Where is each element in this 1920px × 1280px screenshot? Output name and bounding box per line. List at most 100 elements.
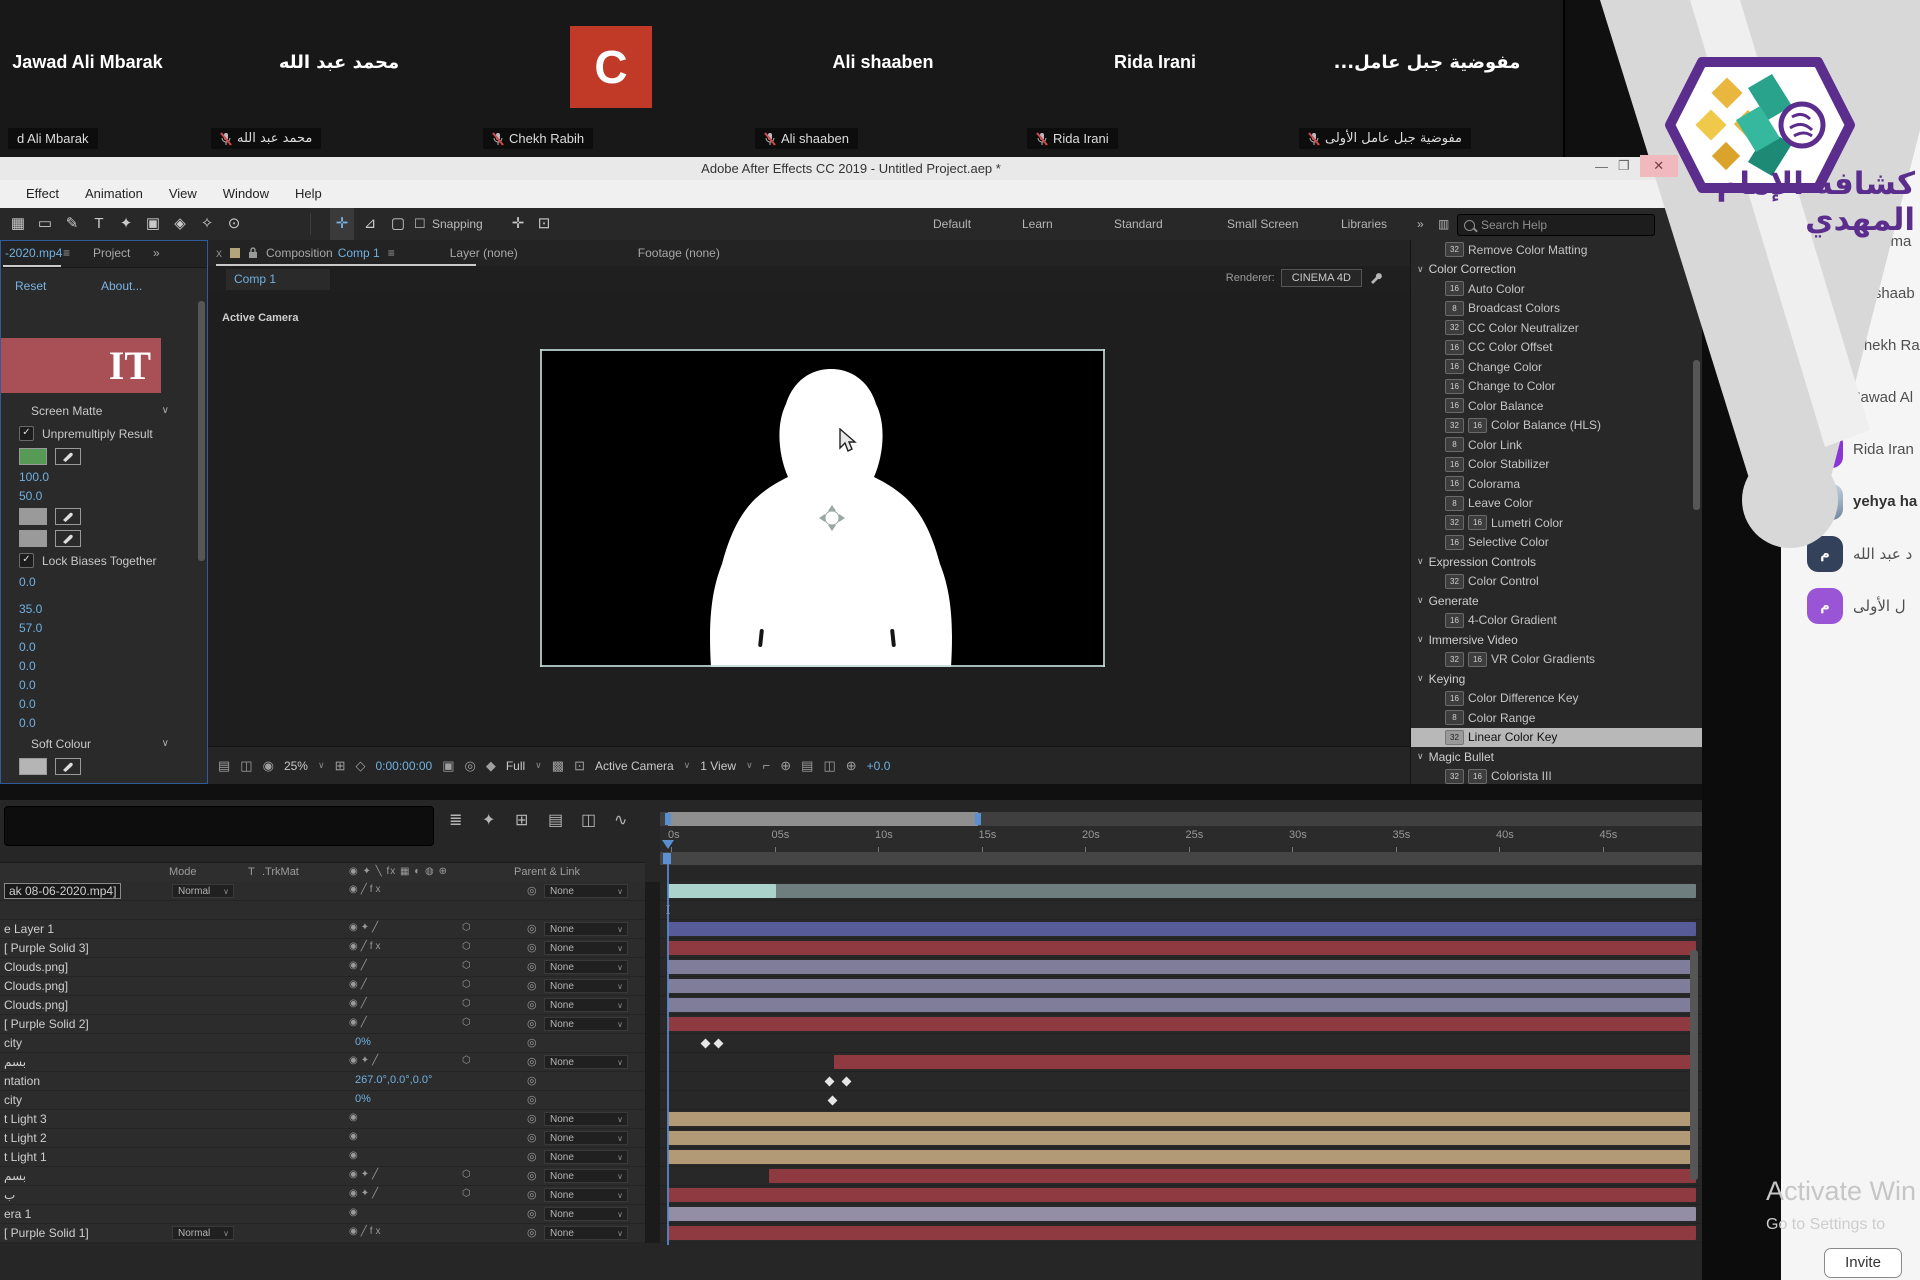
layer-duration-bar[interactable]	[668, 884, 1696, 898]
layer-switches[interactable]: ◉╱	[349, 998, 370, 1009]
effects-item[interactable]: 32Linear Color Key	[1411, 728, 1702, 748]
snap-option-icon[interactable]: ✛	[506, 208, 530, 240]
layer-bar-cell[interactable]	[660, 882, 1702, 901]
parent-dropdown[interactable]: None∨	[544, 1150, 628, 1164]
ec-value[interactable]: 0.0	[19, 659, 36, 673]
tab-composition-label[interactable]: Composition	[266, 246, 333, 260]
layer-duration-bar[interactable]	[668, 1207, 1696, 1221]
viewer-icon[interactable]: ⊕	[846, 758, 857, 774]
color-swatch[interactable]	[19, 530, 47, 547]
layer-duration-bar[interactable]	[668, 1150, 1696, 1164]
ec-check-row[interactable]: ✓Unpremultiply Result	[1, 422, 199, 445]
pickwhip-icon[interactable]: ◎	[527, 960, 537, 973]
col-t[interactable]: T	[248, 866, 255, 878]
chevron-down-icon[interactable]: ∨	[1417, 634, 1424, 645]
layer-switches[interactable]: ◉✦╱	[349, 1055, 381, 1066]
layer-name-cell[interactable]: ب◉✦╱⬡◎None∨	[0, 1186, 645, 1205]
pickwhip-icon[interactable]: ◎	[527, 979, 537, 992]
close-button[interactable]: ✕	[1640, 155, 1678, 177]
chevron-down-icon[interactable]: ∨	[1417, 595, 1424, 606]
layer-name-cell[interactable]: Clouds.png]◉╱⬡◎None∨	[0, 996, 645, 1015]
ec-dropdown-label[interactable]: Screen Matte	[31, 404, 102, 418]
timeline-row[interactable]: Clouds.png]◉╱⬡◎None∨	[0, 958, 1702, 977]
effects-item[interactable]: 3216Lumetri Color	[1411, 513, 1702, 533]
ec-dropdown-row[interactable]: Screen Matte∨	[1, 399, 199, 422]
effects-item[interactable]: 16Change Color	[1411, 357, 1702, 377]
menu-animation[interactable]: Animation	[85, 180, 143, 208]
ec-swatch-row[interactable]	[1, 505, 199, 527]
layer-bar-cell[interactable]	[660, 1224, 1702, 1243]
viewer-icon[interactable]: ▣	[442, 758, 454, 774]
collapse-switch-icon[interactable]: ⬡	[462, 1169, 471, 1180]
layer-switches[interactable]: ◉	[349, 1207, 361, 1218]
collapse-switch-icon[interactable]: ⬡	[462, 922, 471, 933]
pickwhip-icon[interactable]: ◎	[527, 1207, 537, 1220]
effects-item[interactable]: 8Broadcast Colors	[1411, 299, 1702, 319]
layer-bar-cell[interactable]	[660, 1167, 1702, 1186]
chat-menu-item[interactable]: Find a part	[1852, 64, 1919, 80]
participant-tile[interactable]: Rida IraniRida Irani	[1019, 0, 1293, 157]
timeline-workbar[interactable]	[660, 852, 1702, 865]
layer-switches[interactable]: ◉╱fx	[349, 1226, 384, 1237]
participant-tile[interactable]: Jawad Ali Mbarakd Ali Mbarak	[0, 0, 205, 157]
work-area-start-handle[interactable]	[665, 813, 671, 825]
layer-name-cell[interactable]: بسم◉✦╱⬡◎None∨	[0, 1167, 645, 1186]
pickwhip-icon[interactable]: ◎	[527, 1188, 537, 1201]
viewer-timecode[interactable]: 0:00:00:00	[375, 759, 432, 773]
keyframe-diamond[interactable]	[701, 1039, 711, 1049]
effects-group[interactable]: ∨Expression Controls	[1411, 552, 1702, 572]
layer-name[interactable]: ak 08-06-2020.mp4]	[4, 883, 121, 899]
layer-name[interactable]: t Light 3	[4, 1112, 47, 1126]
effects-item[interactable]: 16CC Color Offset	[1411, 338, 1702, 358]
collapse-switch-icon[interactable]: ⬡	[462, 1188, 471, 1199]
layer-name-cell[interactable]: [ Purple Solid 2]◉╱⬡◎None∨	[0, 1015, 645, 1034]
parent-dropdown[interactable]: None∨	[544, 1226, 628, 1240]
timeline-navigator[interactable]	[660, 812, 1702, 826]
pickwhip-icon[interactable]: ◎	[527, 922, 537, 935]
viewer-icon[interactable]: ◎	[464, 758, 475, 774]
effects-group[interactable]: ∨Color Correction	[1411, 260, 1702, 280]
pickwhip-icon[interactable]: ◎	[527, 998, 537, 1011]
effects-item[interactable]: 8Color Range	[1411, 708, 1702, 728]
effects-item[interactable]: 16Change to Color	[1411, 377, 1702, 397]
layer-name-cell[interactable]: t Light 3◉◎None∨	[0, 1110, 645, 1129]
timeline-row[interactable]: era 1◉◎None∨	[0, 1205, 1702, 1224]
layer-name[interactable]: city	[4, 1093, 22, 1107]
timeline-row[interactable]: I	[0, 901, 1702, 920]
tab-close-icon[interactable]: x	[216, 246, 222, 260]
comp-name-chip[interactable]: Comp 1	[226, 269, 330, 290]
chevron-down-icon[interactable]: ∨	[1417, 751, 1424, 762]
layer-bar-cell[interactable]	[660, 1034, 1702, 1053]
workspace-libraries[interactable]: Libraries	[1341, 208, 1387, 240]
viewer-icon[interactable]: ◉	[263, 758, 274, 774]
parent-dropdown[interactable]: None∨	[544, 1188, 628, 1202]
panel-menu-icon[interactable]: ≡	[63, 246, 70, 260]
viewer-icon[interactable]: ◇	[355, 758, 365, 774]
workspace-overflow-icon[interactable]: »	[1417, 208, 1424, 240]
tool-icon[interactable]: ▦	[6, 208, 30, 240]
effect-controls-scrollbar[interactable]	[198, 301, 205, 561]
layer-bar-cell[interactable]	[660, 958, 1702, 977]
effects-item[interactable]: 16Color Difference Key	[1411, 689, 1702, 709]
effects-item[interactable]: 3216VR Color Gradients	[1411, 650, 1702, 670]
layer-switches[interactable]: ◉	[349, 1112, 361, 1123]
layer-name-cell[interactable]: era 1◉◎None∨	[0, 1205, 645, 1224]
effects-group[interactable]: ∨Immersive Video	[1411, 630, 1702, 650]
effects-group[interactable]: ∨Generate	[1411, 591, 1702, 611]
participant-list-item[interactable]: مد عبد الله	[1781, 536, 1920, 580]
ec-value[interactable]: 0.0	[19, 697, 36, 711]
parent-dropdown[interactable]: None∨	[544, 1169, 628, 1183]
effects-item[interactable]: 16Color Balance	[1411, 396, 1702, 416]
keyframe-diamond[interactable]	[713, 1039, 723, 1049]
timeline-row[interactable]: بسم◉✦╱⬡◎None∨	[0, 1053, 1702, 1072]
ec-value[interactable]: 50.0	[19, 489, 42, 503]
timeline-toolbar-icon[interactable]: ▤	[548, 810, 563, 830]
tool-icon[interactable]: ▣	[141, 208, 165, 240]
camera-tool-icon[interactable]: ✛	[330, 208, 354, 240]
menu-view[interactable]: View	[169, 180, 197, 208]
layer-bar-cell[interactable]	[660, 1072, 1702, 1091]
renderer-value-button[interactable]: CINEMA 4D	[1281, 269, 1362, 287]
collapse-switch-icon[interactable]: ⬡	[462, 979, 471, 990]
layer-switches[interactable]: ◉╱	[349, 1017, 370, 1028]
color-swatch[interactable]	[19, 758, 47, 775]
